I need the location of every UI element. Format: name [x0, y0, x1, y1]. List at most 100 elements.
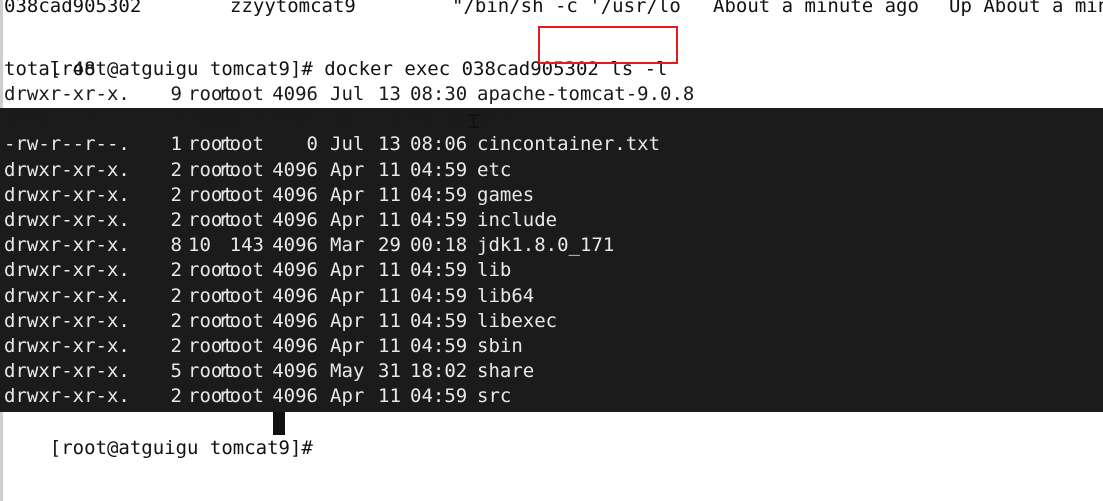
listing-row: drwxr-xr-x. 5 root root 4096 May 31 18:02 share [0, 359, 1103, 384]
listing-month: Apr [330, 385, 365, 408]
listing-links: 2 [170, 108, 182, 131]
listing-group: root [218, 360, 264, 383]
listing-time: 04:59 [410, 183, 468, 206]
listing-name: bin [477, 108, 512, 131]
status-cell: Up About a min [949, 0, 1103, 17]
listing-size: 4096 [272, 234, 318, 257]
listing-group: root [218, 133, 264, 156]
total-line: total 48 [4, 58, 96, 80]
listing-size: 4096 [272, 209, 318, 231]
listing-group: root [218, 158, 264, 181]
listing-links: 2 [170, 335, 182, 357]
listing-time: 08:06 [410, 133, 468, 156]
listing-month: Apr [330, 183, 365, 206]
exec-prompt-text: [root@atguigu tomcat9]# docker exec 038c… [49, 58, 611, 80]
listing-size: 4096 [272, 309, 318, 332]
listing-size: 4096 [272, 360, 318, 383]
listing-row: drwxr-xr-x. 2 root root 4096 Apr 11 04:59 sbin [0, 334, 1103, 359]
listing-month: Apr [330, 259, 365, 282]
listing-size: 4096 [272, 335, 318, 357]
listing-day: 29 [378, 234, 401, 257]
listing-row: drwxr-xr-x. 2 root root 4096 Apr 11 04:59 games [0, 183, 1103, 208]
listing-links: 2 [170, 309, 182, 332]
listing-perm: drwxr-xr-x. [4, 259, 130, 282]
listing-row: drwxr-xr-x. 2 root root 4096 Apr 11 04:59 includ… [0, 208, 1103, 233]
listing-day: 31 [378, 360, 401, 383]
container-id-cell: 038cad905302 [4, 0, 142, 17]
listing-perm: drwxr-xr-x. [4, 360, 130, 383]
listing-group: root [218, 284, 264, 307]
listing-perm: drwxr-xr-x. [4, 209, 130, 231]
listing-month: Apr [330, 108, 365, 131]
listing-links: 2 [170, 284, 182, 307]
listing-month: Jul [330, 133, 365, 156]
listing-links: 8 [170, 234, 182, 257]
terminal-window[interactable]: 038cad905302 zzyytomcat9 "/bin/sh -c '/u… [0, 0, 1103, 501]
listing-size: 4096 [272, 183, 318, 206]
listing-perm: drwxr-xr-x. [4, 183, 130, 206]
listing-name: src [477, 385, 512, 408]
listing-group: root [218, 259, 264, 282]
listing-name: sbin [477, 335, 523, 357]
listing-month: Apr [330, 158, 365, 181]
listing-size: 4096 [272, 83, 318, 105]
listing-time: 04:59 [410, 108, 468, 131]
listing-row: drwxr-xr-x. 2 root root 4096 Apr 11 04:59 etc [0, 158, 1103, 183]
listing-size: 4096 [272, 385, 318, 408]
listing-perm: drwxr-xr-x. [4, 234, 130, 257]
listing-name: games [477, 183, 535, 206]
listing-time: 04:59 [410, 309, 468, 332]
text-cursor-ibeam-icon: ⌶ [467, 109, 481, 134]
listing-row: drwxr-xr-x. 2 root root 4096 Apr 11 04:59 libexe… [0, 309, 1103, 334]
docker-ps-row: 038cad905302 zzyytomcat9 "/bin/sh -c '/u… [0, 0, 1103, 19]
listing-group: root [218, 108, 264, 131]
listing-day: 13 [378, 83, 401, 105]
listing-links: 5 [170, 360, 182, 383]
listing-month: Apr [330, 209, 365, 231]
listing-day: 13 [378, 133, 401, 156]
listing-time: 04:59 [410, 209, 468, 231]
listing-day: 11 [378, 309, 401, 332]
listing-day: 11 [378, 209, 401, 231]
listing-name: apache-tomcat-9.0.8 [477, 83, 695, 105]
listing-month: Mar [330, 234, 365, 257]
listing-perm: drwxr-xr-x. [4, 83, 130, 105]
listing-links: 9 [170, 83, 182, 105]
listing-perm: drwxr-xr-x. [4, 385, 130, 408]
image-cell: zzyytomcat9 [230, 0, 356, 17]
listing-month: May [330, 360, 365, 383]
listing-time: 04:59 [410, 385, 468, 408]
listing-day: 11 [378, 183, 401, 206]
listing-day: 11 [378, 385, 401, 408]
listing-links: 2 [170, 259, 182, 282]
listing-size: 4096 [272, 259, 318, 282]
listing-day: 11 [378, 259, 401, 282]
listing-time: 04:59 [410, 284, 468, 307]
listing-day: 11 [378, 335, 401, 357]
listing-name: lib64 [477, 284, 535, 307]
listing-day: 11 [378, 108, 401, 131]
listing-day: 11 [378, 284, 401, 307]
listing-row: drwxr-xr-x. 2 root root 4096 Apr 11 04:59 src [0, 384, 1103, 409]
listing-name: include [477, 209, 558, 231]
listing-row: -rw-r--r--. 1 root root 0 Jul 13 08:06 cincontai… [0, 132, 1103, 157]
created-cell: About a minute ago [713, 0, 919, 17]
listing-group: root [218, 309, 264, 332]
listing-month: Apr [330, 309, 365, 332]
final-prompt-text: [root@atguigu tomcat9]# [49, 437, 325, 459]
listing-links: 2 [170, 183, 182, 206]
listing-perm: drwxr-xr-x. [4, 309, 130, 332]
listing-group: 143 [229, 234, 264, 257]
listing-group: root [218, 183, 264, 206]
red-annotation-box [538, 26, 678, 64]
listing-month: Apr [330, 335, 365, 357]
listing-name: jdk1.8.0_171 [477, 234, 615, 257]
listing-perm: -rw-r--r--. [4, 133, 130, 156]
listing-name: cincontainer.txt [477, 133, 661, 156]
listing-perm: drwxr-xr-x. [4, 335, 130, 357]
terminal-block-cursor [273, 412, 285, 435]
listing-group: root [218, 385, 264, 408]
listing-time: 00:18 [410, 234, 468, 257]
listing-group: root [218, 209, 264, 231]
listing-name: libexec [477, 309, 558, 332]
